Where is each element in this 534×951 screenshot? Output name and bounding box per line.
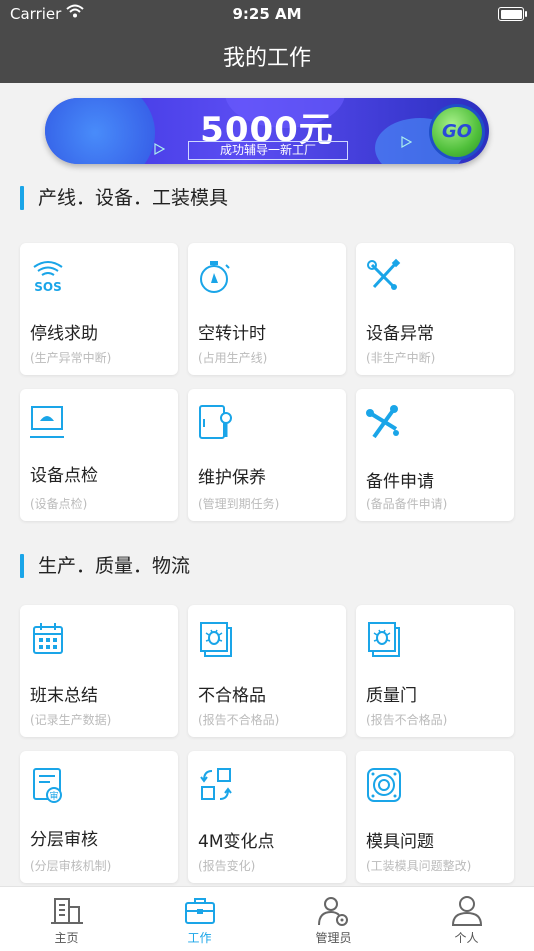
tab-label: 管理员 <box>315 931 352 945</box>
tab-label: 工作 <box>187 931 212 945</box>
card-desc: (备品备件申请) <box>366 497 448 511</box>
tab-work[interactable]: 工作 <box>133 887 266 951</box>
card-desc: (占用生产线) <box>198 351 268 365</box>
section-title-text: 生产．质量．物流 <box>38 555 191 577</box>
section-title: 生产．质量．物流 <box>20 553 190 579</box>
card-name: 维护保养 <box>198 468 266 488</box>
calendar-icon <box>33 623 63 654</box>
card-name: 设备异常 <box>366 324 434 344</box>
status-bar: Carrier 9:25 AM <box>0 0 534 28</box>
card-idle-timing[interactable]: 空转计时 (占用生产线) <box>188 243 346 375</box>
section-title: 产线．设备．工装模具 <box>20 185 228 211</box>
tab-personal[interactable]: 个人 <box>400 887 533 951</box>
tab-bar: 主页 工作 管理员 个人 <box>0 886 534 951</box>
building-icon <box>50 898 83 924</box>
card-name: 分层审核 <box>30 830 98 850</box>
person-icon <box>451 896 482 926</box>
promo-banner[interactable]: 5000元 成功辅导一新工厂 GO <box>45 98 489 164</box>
tab-home[interactable]: 主页 <box>0 887 133 951</box>
card-desc: (生产异常中断) <box>30 351 112 365</box>
card-line-stop-help[interactable]: SOS 停线求助 (生产异常中断) <box>20 243 178 375</box>
banner-subtitle: 成功辅导一新工厂 <box>188 141 348 160</box>
svg-text:SOS: SOS <box>34 280 62 294</box>
card-maintenance[interactable]: 维护保养 (管理到期任务) <box>188 389 346 521</box>
card-4m-change[interactable]: 4M变化点 (报告变化) <box>188 751 346 883</box>
card-equipment-check[interactable]: 设备点检 (设备点检) <box>20 389 178 521</box>
card-name: 备件申请 <box>366 472 434 492</box>
card-desc: (记录生产数据) <box>30 713 112 727</box>
monitor-check-icon <box>30 406 64 438</box>
card-name: 班末总结 <box>30 686 98 706</box>
card-spare-parts[interactable]: 备件申请 (备品备件申请) <box>356 389 514 521</box>
bug-report-icon <box>368 622 400 657</box>
card-shift-summary[interactable]: 班末总结 (记录生产数据) <box>20 605 178 737</box>
card-name: 不合格品 <box>198 686 266 706</box>
change-arrows-icon <box>200 768 232 800</box>
bug-report-icon <box>200 622 232 657</box>
card-desc: (工装模具问题整改) <box>366 859 472 873</box>
card-layered-audit[interactable]: 审 分层审核 (分层审核机制) <box>20 751 178 883</box>
briefcase-icon <box>184 898 215 924</box>
sos-icon: SOS <box>33 261 63 294</box>
bolts-icon <box>366 405 399 439</box>
app-header: Carrier 9:25 AM 我的工作 <box>0 0 534 83</box>
svg-text:审: 审 <box>49 790 58 802</box>
page-title: 我的工作 <box>222 46 311 71</box>
tools-icon <box>367 258 401 290</box>
card-desc: (非生产中断) <box>366 351 436 365</box>
tab-label: 个人 <box>454 931 479 945</box>
admin-gear-icon <box>317 897 348 926</box>
card-name: 设备点检 <box>30 466 98 486</box>
section-title-text: 产线．设备．工装模具 <box>38 187 229 209</box>
card-desc: (报告不合格品) <box>366 713 448 727</box>
card-nonconforming[interactable]: 不合格品 (报告不合格品) <box>188 605 346 737</box>
card-equipment-abnormal[interactable]: 设备异常 (非生产中断) <box>356 243 514 375</box>
card-name: 4M变化点 <box>198 832 275 852</box>
card-desc: (分层审核机制) <box>30 859 112 873</box>
audit-doc-icon: 审 <box>33 768 62 803</box>
stopwatch-icon <box>200 261 230 293</box>
card-name: 停线求助 <box>30 324 98 344</box>
card-desc: (管理到期任务) <box>198 497 280 511</box>
clock: 9:25 AM <box>232 5 302 23</box>
card-name: 质量门 <box>366 686 417 706</box>
tab-admin[interactable]: 管理员 <box>267 887 400 951</box>
cabinet-wrench-icon <box>199 405 232 439</box>
card-quality-gate[interactable]: 质量门 (报告不合格品) <box>356 605 514 737</box>
card-desc: (报告变化) <box>198 859 256 873</box>
card-desc: (报告不合格品) <box>198 713 280 727</box>
speaker-mold-icon <box>367 768 401 802</box>
tab-label: 主页 <box>54 931 79 945</box>
go-button[interactable]: GO <box>432 107 482 157</box>
battery-icon <box>498 7 527 21</box>
card-name: 模具问题 <box>366 832 434 852</box>
card-desc: (设备点检) <box>30 497 88 511</box>
card-name: 空转计时 <box>198 324 266 344</box>
card-mold-issue[interactable]: 模具问题 (工装模具问题整改) <box>356 751 514 883</box>
